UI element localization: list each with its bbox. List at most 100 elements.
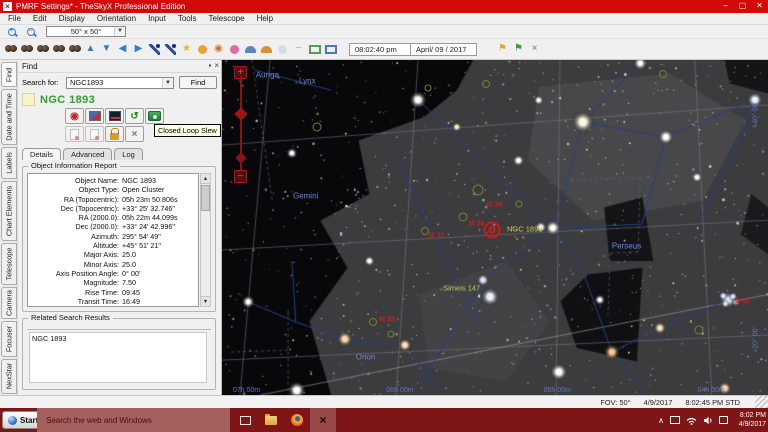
chevron-down-icon[interactable]: ▼ [162, 78, 173, 88]
tab-details[interactable]: Details [22, 148, 61, 160]
dso-marker-circle[interactable] [482, 80, 490, 88]
maximize-button[interactable]: ▢ [734, 0, 751, 13]
dso-marker-circle[interactable] [388, 331, 395, 338]
remove-button[interactable]: × [125, 126, 144, 142]
constellation-label-gemini: Gemini [293, 192, 318, 201]
slew-button[interactable]: ↺ [125, 108, 144, 124]
tray-expand-icon[interactable]: ∧ [658, 416, 664, 425]
menu-help[interactable]: Help [251, 13, 279, 25]
related-result-item[interactable]: NGC 1893 [32, 334, 204, 343]
date-field[interactable]: April/ 09 / 2017 [411, 43, 477, 56]
fov-select[interactable]: 50° x 50°▼ [46, 26, 126, 37]
dso-marker-circle[interactable] [369, 318, 377, 326]
taskbar-clock[interactable]: 8:02 PM 4/9/2017 [739, 411, 766, 429]
dso-marker-circle[interactable] [313, 123, 322, 132]
scroll-down-icon[interactable]: ▼ [201, 296, 210, 306]
sidebar-tab-date-and-time[interactable]: Date and Time [1, 89, 17, 145]
dso-marker-circle[interactable] [516, 201, 523, 208]
close-tool-icon[interactable]: × [527, 41, 542, 58]
tab-advanced[interactable]: Advanced [63, 148, 112, 160]
time-field[interactable]: 08:02:40 pm [349, 43, 411, 56]
sidebar-tab-camera[interactable]: Camera [1, 287, 17, 319]
slider-knob-small[interactable] [235, 152, 246, 163]
pan-right-icon[interactable]: ▶ [131, 41, 146, 58]
report-scrollbar[interactable]: ▲ ▼ [200, 173, 211, 307]
sidebar-tab-focuser[interactable]: Focuser [1, 321, 17, 356]
zoom-slider[interactable]: + − [234, 66, 248, 184]
menu-orientation[interactable]: Orientation [91, 13, 142, 25]
related-results-list[interactable]: NGC 1893 [29, 332, 207, 383]
center-object-button[interactable]: ◉ [65, 108, 84, 124]
panel-close-icon[interactable]: × [214, 61, 219, 70]
flag-icon[interactable]: ⚑ [495, 41, 510, 58]
wifi-icon[interactable] [686, 416, 697, 425]
sidebar-tab-find[interactable]: Find [1, 62, 17, 87]
file-explorer-button[interactable] [258, 408, 284, 432]
star-chart[interactable]: AurigaLynxGeminiOrionPerseus07h 00m06h 0… [222, 60, 768, 395]
dso-marker-circle[interactable] [421, 227, 429, 235]
camera-4-icon[interactable] [51, 41, 66, 58]
closed-loop-slew-button[interactable] [145, 108, 164, 124]
menu-tools[interactable]: Tools [172, 13, 203, 25]
sidebar-tab-chart-elements[interactable]: Chart Elements [1, 181, 17, 241]
speaker-icon[interactable] [703, 416, 713, 425]
galaxy-icon[interactable]: ◉ [211, 41, 226, 58]
telescope-icon[interactable] [147, 41, 162, 58]
orbit-icon[interactable]: ~ [291, 41, 306, 58]
observing-list-button[interactable] [65, 126, 84, 142]
minimize-button[interactable]: – [717, 0, 734, 13]
dso-marker-circle[interactable] [424, 85, 431, 92]
zoom-in-button[interactable]: + [4, 26, 19, 38]
dso-marker-circle[interactable] [659, 70, 667, 78]
find-button[interactable]: Find [179, 76, 217, 89]
menu-display[interactable]: Display [53, 13, 91, 25]
sidebar-tab-telescope[interactable]: Telescope [1, 243, 17, 285]
sun-icon[interactable] [195, 41, 210, 58]
dso-marker-circle[interactable] [695, 326, 704, 335]
firefox-button[interactable] [284, 408, 310, 432]
telescope-target-icon[interactable] [163, 41, 178, 58]
scroll-up-icon[interactable]: ▲ [201, 174, 210, 184]
camera-3-icon[interactable] [35, 41, 50, 58]
pan-left-icon[interactable]: ◀ [115, 41, 130, 58]
dso-marker-circle[interactable] [458, 213, 467, 222]
menu-input[interactable]: Input [142, 13, 172, 25]
theskyx-taskbar-button[interactable]: × [310, 408, 336, 432]
search-input[interactable]: NGC1893▼ [66, 77, 174, 89]
display-icon[interactable] [323, 41, 338, 58]
frame-icon[interactable] [307, 41, 322, 58]
taskbar-search-input[interactable]: Search the web and Windows [37, 408, 230, 432]
menu-edit[interactable]: Edit [27, 13, 53, 25]
sidebar-tab-nexstar[interactable]: NexStar [1, 359, 17, 394]
chart-button[interactable] [105, 108, 124, 124]
pin-icon[interactable]: ▪ [208, 61, 211, 70]
camera-5-icon[interactable] [67, 41, 82, 58]
slider-knob[interactable] [234, 107, 247, 120]
star-icon[interactable]: ★ [179, 41, 194, 58]
show-photo-button[interactable] [85, 108, 104, 124]
lock-button[interactable] [105, 126, 124, 142]
moon-icon[interactable] [275, 41, 290, 58]
menu-telescope[interactable]: Telescope [203, 13, 251, 25]
menu-file[interactable]: File [2, 13, 27, 25]
dome-orange-icon[interactable] [259, 41, 274, 58]
task-view-button[interactable] [232, 408, 258, 432]
zoom-out-button[interactable]: − [23, 26, 38, 38]
camera-1-icon[interactable] [3, 41, 18, 58]
tab-log[interactable]: Log [114, 148, 143, 160]
notification-icon[interactable] [719, 416, 728, 424]
scroll-thumb[interactable] [201, 185, 210, 211]
slider-zoom-out-button[interactable]: − [234, 170, 247, 183]
copy-report-button[interactable] [85, 126, 104, 142]
bird-icon[interactable]: ⚑ [511, 41, 526, 58]
dome-blue-icon[interactable] [243, 41, 258, 58]
pan-down-icon[interactable]: ▼ [99, 41, 114, 58]
report-value: 25.0 [122, 260, 198, 269]
sidebar-tab-labels[interactable]: Labels [1, 147, 17, 179]
dso-marker-circle[interactable] [473, 184, 484, 195]
close-button[interactable]: ✕ [751, 0, 768, 13]
pan-up-icon[interactable]: ▲ [83, 41, 98, 58]
camera-2-icon[interactable] [19, 41, 34, 58]
display-tray-icon[interactable] [670, 416, 680, 424]
nebula-icon[interactable] [227, 41, 242, 58]
